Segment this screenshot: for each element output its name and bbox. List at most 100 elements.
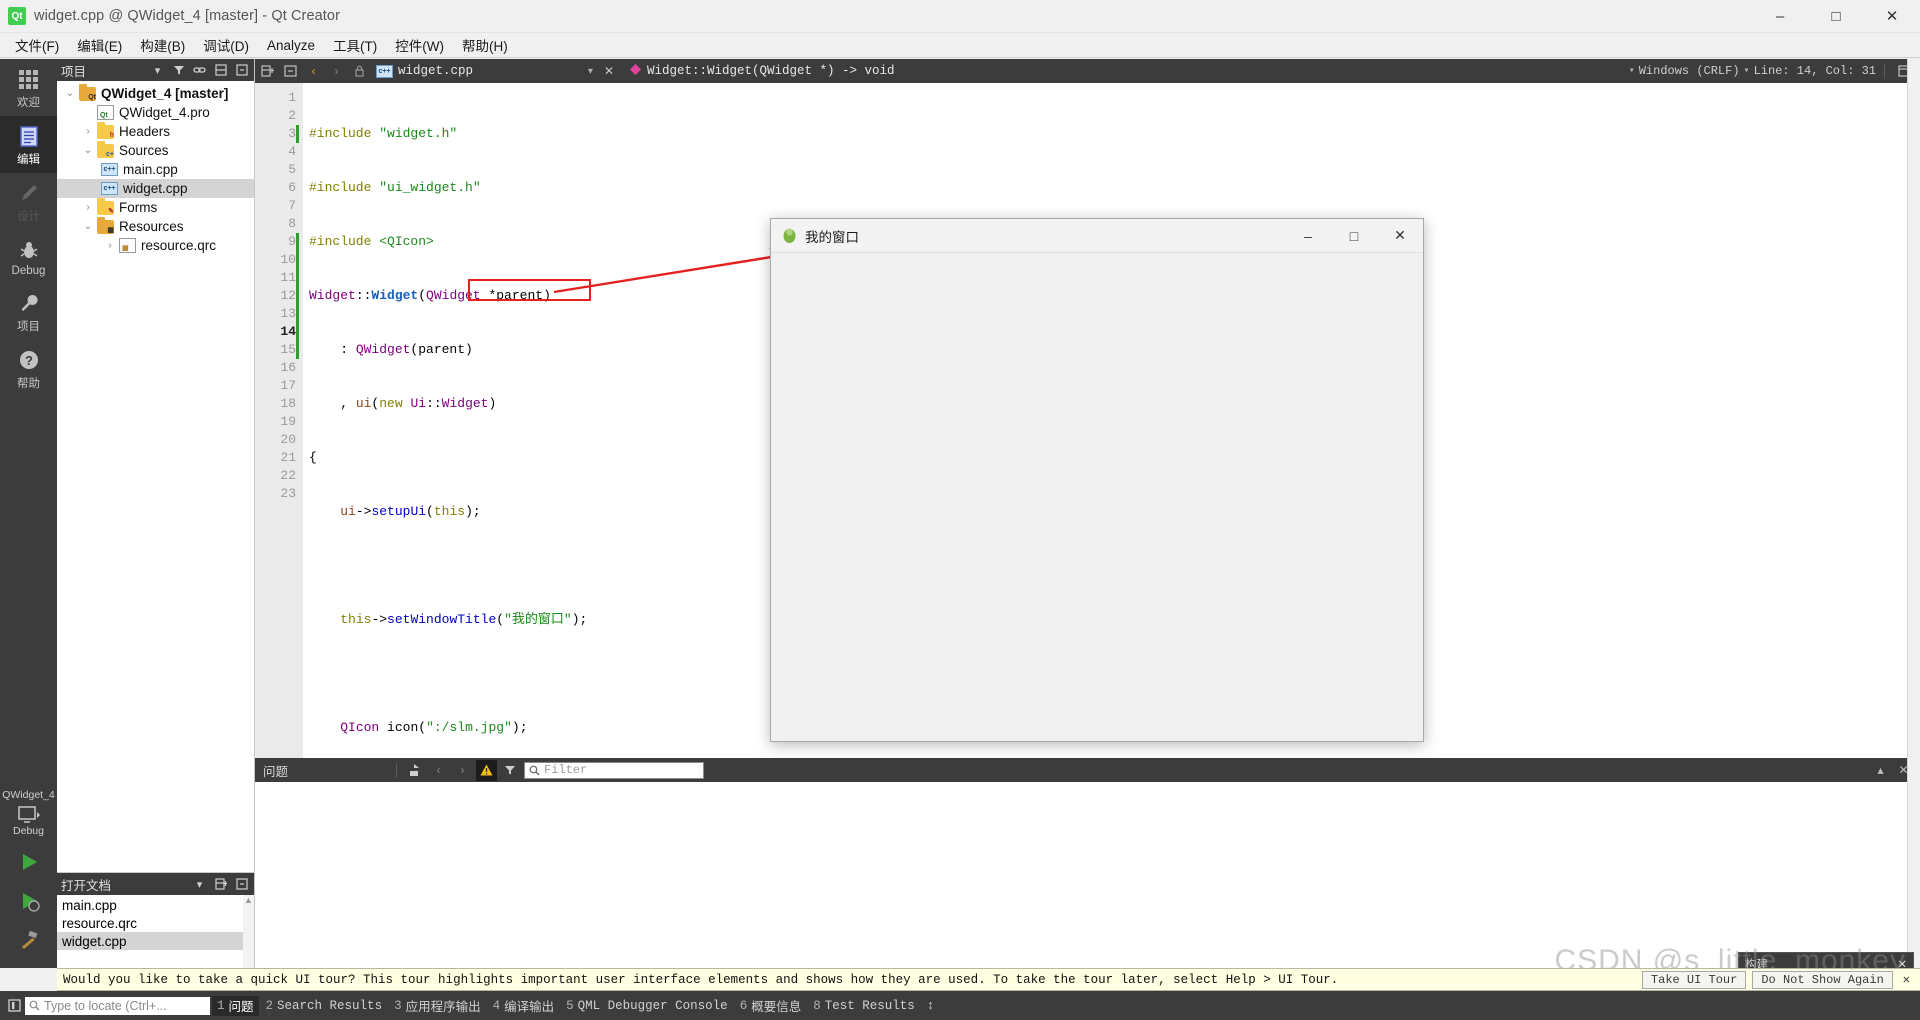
open-file-combo[interactable]: c++ widget.cpp ▾ ✕ (372, 64, 618, 78)
filter-icon[interactable] (170, 62, 187, 79)
menu-file[interactable]: 文件(F) (6, 33, 68, 57)
tree-item-widget-cpp[interactable]: c++ widget.cpp (57, 179, 254, 198)
do-not-show-button[interactable]: Do Not Show Again (1752, 970, 1893, 989)
forward-arrow-icon[interactable]: › (326, 60, 347, 82)
chevron-down-icon[interactable]: ▾ (1629, 65, 1635, 77)
tree-item-sources[interactable]: ⌄ c+ Sources (57, 140, 254, 160)
sidebar-item-projects[interactable]: 项目 (0, 283, 57, 340)
list-item[interactable]: resource.qrc (57, 914, 254, 932)
maximize-button[interactable]: □ (1808, 0, 1864, 33)
issues-list[interactable] (255, 782, 1920, 968)
status-tab-issues[interactable]: 1 问题 (212, 995, 259, 1016)
filter-category-icon[interactable] (404, 760, 425, 781)
next-issue-icon[interactable]: › (452, 760, 473, 781)
sidebar-item-help[interactable]: ? 帮助 (0, 340, 57, 397)
sidebar-item-debug[interactable]: Debug (0, 230, 57, 283)
twisty-icon[interactable]: › (79, 126, 97, 137)
status-tab-general-messages[interactable]: 6 概要信息 (735, 996, 807, 1016)
split-editor-icon[interactable] (257, 60, 278, 82)
scroll-up-arrow-icon[interactable]: ▲ (243, 895, 254, 905)
tree-item-main-cpp[interactable]: c++ main.cpp (57, 160, 254, 179)
menu-build[interactable]: 构建(B) (131, 33, 194, 57)
link-icon[interactable] (191, 62, 208, 79)
tree-item-project[interactable]: ⌄ Qt QWidget_4 [master] (57, 83, 254, 103)
menu-window[interactable]: 控件(W) (386, 33, 453, 57)
sidebar-item-design[interactable]: 设计 (0, 173, 57, 230)
locator-icon[interactable] (5, 997, 23, 1015)
lock-icon[interactable] (349, 60, 370, 82)
pencil-icon (17, 181, 41, 205)
minimize-button[interactable]: – (1752, 0, 1808, 33)
svg-text:?: ? (25, 353, 33, 368)
status-tab-test-results[interactable]: 8 Test Results (808, 996, 920, 1016)
line-ending-selector[interactable]: Windows (CRLF) (1639, 64, 1740, 78)
twisty-icon[interactable]: ⌄ (79, 221, 97, 232)
sidebar-item-welcome[interactable]: 欢迎 (0, 59, 57, 116)
status-tab-qml-debugger[interactable]: 5 QML Debugger Console (561, 996, 733, 1016)
open-documents-list[interactable]: main.cpp resource.qrc widget.cpp ▲ (57, 895, 254, 968)
chevron-down-icon[interactable]: ▾ (1744, 65, 1750, 77)
issues-filter-input[interactable]: Filter (524, 761, 704, 779)
app-close-button[interactable]: ✕ (1377, 219, 1423, 252)
run-button[interactable] (18, 851, 40, 878)
sidebar-item-edit[interactable]: 编辑 (0, 116, 57, 173)
twisty-icon[interactable]: › (79, 202, 97, 213)
warning-icon[interactable] (476, 759, 497, 781)
code-token: ( (418, 720, 427, 735)
close-file-icon[interactable]: ✕ (598, 64, 614, 78)
split-icon[interactable] (212, 62, 229, 79)
chevron-down-icon[interactable]: ▾ (588, 66, 593, 77)
back-arrow-icon[interactable]: ‹ (303, 60, 324, 82)
target-selector-button[interactable] (17, 806, 40, 824)
filter-placeholder: Filter (544, 763, 588, 777)
mode-label: 帮助 (17, 378, 40, 390)
status-tab-compile-output[interactable]: 4 编译输出 (488, 996, 560, 1016)
build-button[interactable] (18, 929, 40, 956)
menu-analyze[interactable]: Analyze (258, 36, 324, 55)
twisty-icon[interactable]: ⌄ (79, 145, 97, 156)
open-documents-scrollbar[interactable]: ▲ (243, 895, 254, 968)
chevron-down-icon[interactable]: ▾ (191, 876, 208, 893)
pro-file-icon: Qt (97, 105, 114, 120)
locator-input[interactable]: Type to locate (Ctrl+... (25, 996, 210, 1015)
status-pane-updown-icon[interactable]: ↕ (922, 996, 940, 1016)
code-token: new (379, 396, 403, 411)
status-tab-app-output[interactable]: 3 应用程序输出 (389, 996, 486, 1016)
filter-icon[interactable] (500, 760, 521, 781)
line-number: 17 (280, 378, 296, 393)
project-tree[interactable]: ⌄ Qt QWidget_4 [master] Qt QWidget_4.pro… (57, 81, 254, 872)
tree-item-headers[interactable]: › h Headers (57, 121, 254, 141)
symbol-combo[interactable]: Widget::Widget(QWidget *) -> void (620, 64, 1627, 78)
list-item[interactable]: widget.cpp (57, 932, 254, 950)
debug-button[interactable] (18, 890, 40, 917)
close-icon[interactable] (233, 62, 250, 79)
app-minimize-button[interactable]: – (1285, 219, 1331, 252)
code-token: { (309, 450, 317, 465)
maximize-pane-icon[interactable]: ▴ (1870, 760, 1891, 781)
split-icon[interactable] (212, 876, 229, 893)
prev-issue-icon[interactable]: ‹ (428, 760, 449, 781)
menu-edit[interactable]: 编辑(E) (68, 33, 131, 57)
twisty-icon[interactable]: ⌄ (61, 88, 79, 99)
unsplit-editor-icon[interactable] (280, 60, 301, 82)
menu-help[interactable]: 帮助(H) (453, 33, 517, 57)
menu-tools[interactable]: 工具(T) (324, 33, 386, 57)
menu-debug[interactable]: 调试(D) (194, 33, 258, 57)
cursor-position-label[interactable]: Line: 14, Col: 31 (1754, 64, 1876, 78)
twisty-icon[interactable]: › (101, 240, 119, 251)
close-icon[interactable] (233, 876, 250, 893)
app-maximize-button[interactable]: □ (1331, 219, 1377, 252)
list-item[interactable]: main.cpp (57, 896, 254, 914)
editor-vertical-scrollbar[interactable] (1907, 59, 1920, 968)
tree-item-forms[interactable]: › ✎ Forms (57, 197, 254, 217)
tab-number: 4 (492, 998, 501, 1013)
tree-item-resources[interactable]: ⌄ ▦ Resources (57, 216, 254, 236)
close-button[interactable]: ✕ (1864, 0, 1920, 33)
tree-item-resource-qrc[interactable]: › ▦ resource.qrc (57, 236, 254, 255)
chevron-down-icon[interactable]: ▾ (149, 62, 166, 79)
close-banner-icon[interactable]: ✕ (1899, 971, 1914, 989)
app-preview-window[interactable]: 我的窗口 – □ ✕ (770, 218, 1424, 742)
take-ui-tour-button[interactable]: Take UI Tour (1641, 970, 1747, 989)
status-tab-search-results[interactable]: 2 Search Results (261, 996, 388, 1016)
tree-item-pro-file[interactable]: Qt QWidget_4.pro (57, 103, 254, 122)
